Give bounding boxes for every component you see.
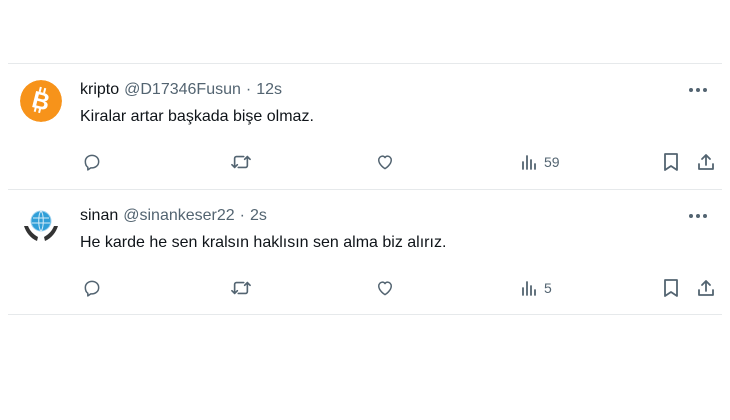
tweet[interactable]: sinan @sinankeser22 · 2s He karde he sen… [8,190,722,315]
views-count: 5 [544,280,552,296]
tweet-text: He karde he sen kralsın haklısın sen alm… [80,234,447,251]
separator: · [239,207,245,224]
more-button[interactable] [686,204,710,228]
tweet[interactable]: B kripto @D17346Fusun · 12s Kiralar arta… [8,64,722,189]
views-button[interactable]: 59 [520,148,560,176]
separator: · [245,81,252,98]
bitcoin-logo-icon: B [20,80,62,122]
share-button[interactable] [696,148,716,176]
reply-button[interactable] [82,274,102,302]
timestamp[interactable]: 12s [256,81,282,99]
like-button[interactable] [375,148,395,176]
author-name[interactable]: sinan [80,207,118,225]
author-handle[interactable]: @sinankeser22 [123,207,234,225]
share-button[interactable] [696,274,716,302]
bookmark-icon [664,153,678,171]
divider [8,314,722,315]
more-icon [689,88,707,92]
retweet-button[interactable] [230,148,252,176]
views-chart-icon [522,155,536,170]
avatar[interactable]: B [20,80,62,122]
reply-icon [84,154,100,171]
reply-icon [84,280,100,297]
more-icon [689,214,707,218]
bookmark-icon [664,279,678,297]
reply-button[interactable] [82,148,102,176]
views-chart-icon [522,281,536,296]
retweet-button[interactable] [230,274,252,302]
heart-icon [378,155,392,170]
tweet-actions: 5 [70,274,718,302]
views-count: 59 [544,154,560,170]
bookmark-button[interactable] [662,148,680,176]
tweet-actions: 59 [70,148,718,176]
share-icon [698,154,714,170]
author-name[interactable]: kripto [80,81,119,99]
retweet-icon [231,281,251,295]
retweet-icon [231,155,251,169]
tweet-text: Kiralar artar başkada bişe olmaz. [80,108,314,125]
avatar[interactable] [20,206,62,248]
like-button[interactable] [375,274,395,302]
heart-icon [378,281,392,296]
tweet-header: kripto @D17346Fusun · 12s [80,81,282,101]
hands-globe-logo-icon [20,206,62,248]
views-button[interactable]: 5 [520,274,552,302]
tweet-header: sinan @sinankeser22 · 2s [80,207,267,227]
author-handle[interactable]: @D17346Fusun [124,81,241,99]
bookmark-button[interactable] [662,274,680,302]
more-button[interactable] [686,78,710,102]
share-icon [698,280,714,296]
timestamp[interactable]: 2s [250,207,267,225]
